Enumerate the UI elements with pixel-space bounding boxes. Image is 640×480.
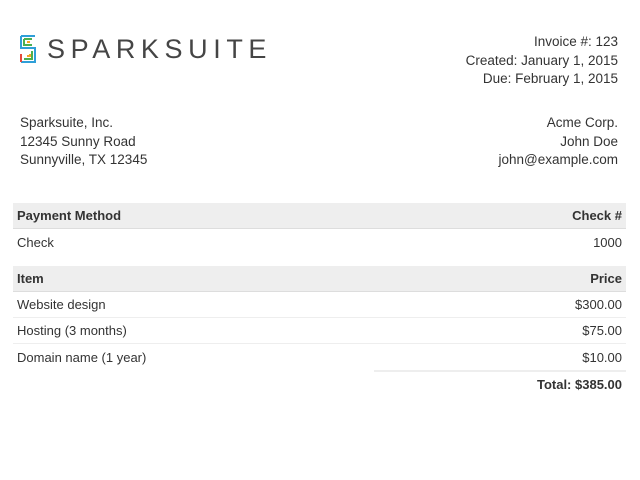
items-table: Item Price Website design $300.00 Hostin… (13, 266, 626, 370)
table-row: Hosting (3 months) $75.00 (13, 318, 626, 344)
invoice-due-date: Due: February 1, 2015 (482, 71, 618, 86)
payment-method-value: Check (17, 234, 54, 250)
payment-method-table: Payment Method Check # Check 1000 (13, 203, 626, 255)
item-name: Website design (17, 297, 106, 312)
check-number-value: 1000 (593, 234, 622, 250)
sparksuite-logo-icon (20, 35, 36, 63)
sender-address: Sparksuite, Inc. 12345 Sunny Road Sunnyv… (20, 114, 147, 170)
item-name: Domain name (1 year) (17, 349, 147, 365)
table-row: Domain name (1 year) $10.00 (13, 344, 626, 370)
recipient-email: john@example.com (498, 152, 618, 167)
sender-street: 12345 Sunny Road (20, 133, 136, 149)
payment-detail-row: Check 1000 (13, 229, 626, 255)
payment-method-header: Payment Method (17, 208, 122, 223)
recipient-address: Acme Corp. John Doe john@example.com (498, 114, 618, 170)
recipient-contact: John Doe (560, 133, 618, 149)
check-number-header: Check # (572, 208, 622, 223)
invoice-total: Total: $385.00 (536, 377, 622, 392)
invoice-created-date: Created: January 1, 2015 (465, 52, 618, 68)
sender-city: Sunnyville, TX 12345 (20, 152, 148, 167)
payment-header-row: Payment Method Check # (13, 203, 626, 229)
items-header-row: Item Price (13, 266, 626, 292)
price-column-header: Price (590, 271, 622, 286)
invoice-number: Invoice #: 123 (533, 34, 618, 49)
sender-company: Sparksuite, Inc. (20, 115, 114, 130)
recipient-company: Acme Corp. (546, 115, 618, 130)
company-logo: SPARKSUITE (19, 34, 272, 64)
item-name: Hosting (3 months) (17, 323, 127, 338)
item-column-header: Item (17, 271, 44, 286)
item-price: $10.00 (582, 349, 622, 365)
total-section: Total: $385.00 (374, 370, 626, 392)
table-row: Website design $300.00 (13, 292, 626, 318)
item-price: $75.00 (582, 323, 622, 338)
brand-name: SPARKSUITE (47, 34, 273, 64)
item-price: $300.00 (575, 297, 622, 312)
invoice-meta: Invoice #: 123 Created: January 1, 2015 … (466, 33, 618, 89)
